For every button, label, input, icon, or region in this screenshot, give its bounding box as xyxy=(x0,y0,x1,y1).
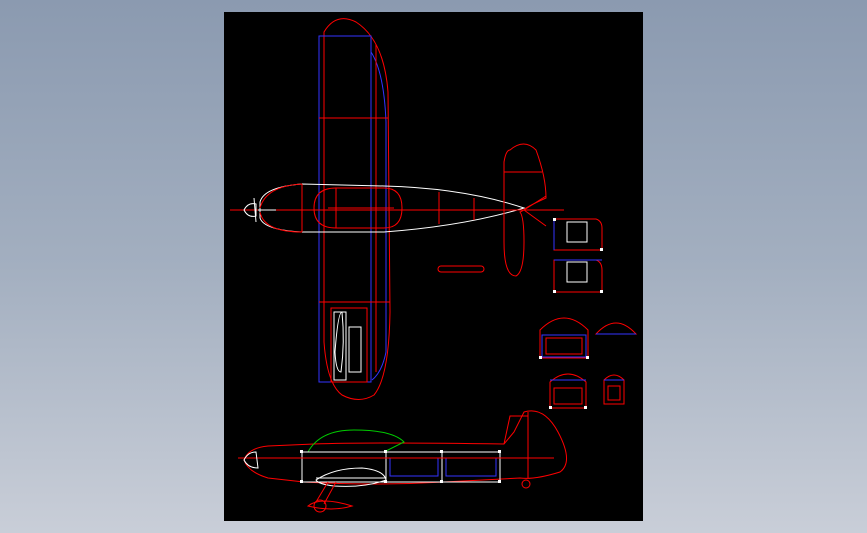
strip-part xyxy=(437,265,485,273)
former-cutout xyxy=(566,221,588,243)
former-cutout-inner xyxy=(545,337,583,355)
former-small xyxy=(549,373,587,409)
wheel-pant xyxy=(306,500,354,510)
former-part xyxy=(553,218,603,251)
wing-leading-structure xyxy=(370,51,387,381)
side-panel xyxy=(389,457,439,477)
side-fuselage-outline xyxy=(243,410,567,485)
canopy-outline xyxy=(307,429,405,453)
aileron-airfoil xyxy=(334,311,344,373)
tailplane-trailing xyxy=(523,195,564,227)
aileron-cutout xyxy=(348,326,362,373)
drawing-viewport[interactable] xyxy=(224,12,643,521)
former-parts xyxy=(539,317,638,409)
former-cutout xyxy=(607,385,621,401)
stabilizer-parts xyxy=(553,218,603,293)
side-view xyxy=(238,218,603,513)
former-cutout xyxy=(566,261,588,283)
wing-spar-box xyxy=(318,35,372,383)
side-panel xyxy=(445,457,497,477)
former-arc xyxy=(594,322,638,335)
tail-wheel-icon xyxy=(521,479,531,489)
former-cutout xyxy=(553,387,583,405)
former-part xyxy=(553,259,603,293)
side-spinner-icon xyxy=(243,451,259,469)
top-view xyxy=(230,18,564,400)
airplane-drawing xyxy=(230,18,638,513)
